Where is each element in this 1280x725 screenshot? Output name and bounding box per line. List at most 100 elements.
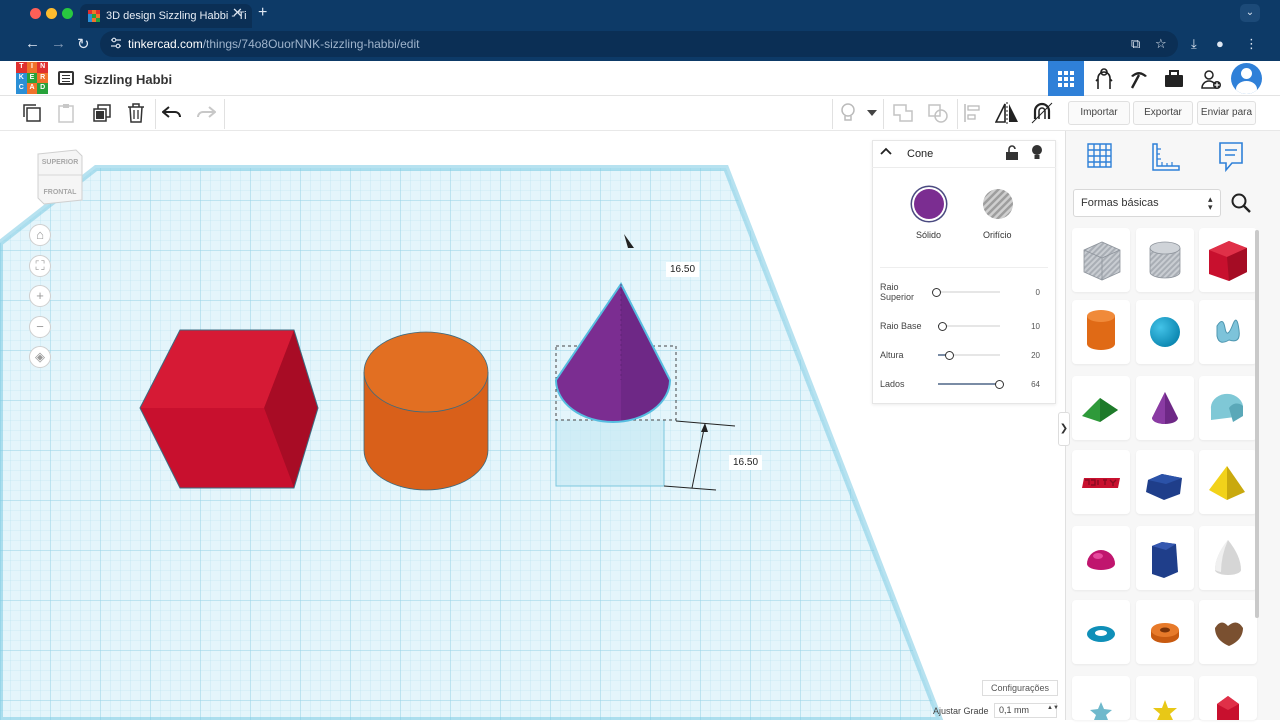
close-window-button[interactable] — [30, 8, 41, 19]
duplicate-button[interactable] — [88, 100, 116, 126]
shape-tile-text[interactable] — [1072, 450, 1130, 514]
download-icon[interactable]: ⤓ — [1191, 36, 1197, 52]
ungroup-button[interactable] — [924, 100, 952, 126]
base-radius-slider-knob[interactable] — [938, 322, 947, 331]
height-value[interactable]: 20 — [1010, 351, 1040, 360]
shape-tile-box[interactable] — [1199, 228, 1257, 292]
fit-icon: ⛶ — [35, 258, 45, 273]
shape-tile-polygon[interactable] — [1136, 450, 1194, 514]
top-radius-value[interactable]: 0 — [1010, 288, 1040, 297]
cube-icon: ◈ — [35, 349, 45, 364]
base-radius-value[interactable]: 10 — [1010, 322, 1040, 331]
copy-button[interactable] — [18, 100, 46, 126]
perspective-button[interactable]: ◈ — [29, 346, 51, 368]
notes-icon[interactable] — [1218, 141, 1244, 173]
shape-tile-gem[interactable] — [1199, 676, 1257, 720]
import-button[interactable]: Importar — [1068, 101, 1130, 125]
shape-tile-hexagonal-prism[interactable] — [1136, 526, 1194, 590]
cone-diameter-label[interactable]: 16.50 — [666, 262, 700, 277]
toolbar-divider — [832, 99, 833, 129]
minecraft-button[interactable] — [1121, 61, 1157, 96]
home-view-button[interactable]: ⌂ — [29, 224, 51, 246]
design-list-icon[interactable] — [58, 71, 74, 85]
orange-cylinder-shape[interactable] — [363, 331, 489, 491]
shape-tile-cylinder[interactable] — [1072, 300, 1130, 364]
redo-button[interactable] — [192, 100, 220, 126]
user-avatar[interactable] — [1231, 63, 1262, 94]
sides-value[interactable]: 64 — [1010, 380, 1040, 389]
reload-icon[interactable]: ↻ — [77, 35, 90, 53]
shape-tile-round-roof[interactable] — [1199, 376, 1257, 440]
shapes-scrollbar[interactable] — [1255, 230, 1259, 618]
zoom-window-button[interactable] — [62, 8, 73, 19]
delete-button[interactable] — [122, 100, 150, 126]
settings-button[interactable]: Configurações — [982, 680, 1058, 696]
hole-swatch[interactable] — [983, 189, 1013, 219]
shape-tile-roof[interactable] — [1072, 376, 1130, 440]
bookmark-star-icon[interactable]: ☆ — [1155, 36, 1167, 52]
shape-tile-sphere[interactable] — [1136, 300, 1194, 364]
shape-category-select[interactable]: Formas básicas — [1073, 189, 1221, 217]
add-collaborator-button[interactable] — [1193, 61, 1229, 96]
notes-dropdown-button[interactable] — [862, 100, 882, 126]
pyramid-shape-icon — [1209, 466, 1245, 500]
new-tab-icon[interactable]: + — [258, 4, 267, 22]
back-icon[interactable]: ← — [25, 35, 40, 52]
minimize-window-button[interactable] — [46, 8, 57, 19]
sides-slider-knob[interactable] — [995, 380, 1004, 389]
lock-icon[interactable] — [1005, 145, 1019, 161]
browser-menu-icon[interactable]: ⋮ — [1245, 36, 1258, 52]
shape-tile-star[interactable] — [1072, 676, 1130, 720]
search-icon[interactable] — [1226, 189, 1256, 217]
mirror-button[interactable] — [993, 100, 1021, 126]
cruise-button[interactable] — [1028, 100, 1056, 126]
group-button[interactable] — [889, 100, 917, 126]
codeblocks-button[interactable] — [1086, 61, 1122, 96]
ruler-icon[interactable] — [1150, 141, 1182, 173]
collapse-panel-button[interactable]: ❯ — [1058, 412, 1070, 446]
tools-button[interactable] — [1156, 61, 1192, 96]
half-sphere-shape-icon — [1087, 550, 1115, 570]
shape-tile-scribble[interactable] — [1199, 300, 1257, 364]
paste-button[interactable] — [52, 100, 80, 126]
shape-tile-box-hole[interactable] — [1072, 228, 1130, 292]
shape-tile-half-sphere[interactable] — [1072, 526, 1130, 590]
close-tab-icon[interactable]: ✕ — [232, 5, 243, 21]
solid-color-swatch[interactable] — [914, 189, 944, 219]
notes-button[interactable] — [834, 100, 862, 126]
zoom-in-button[interactable]: + — [29, 285, 51, 307]
browser-tab[interactable]: 3D design Sizzling Habbi - Ti — [80, 4, 252, 28]
viewcube[interactable]: SUPERIOR FRONTAL — [36, 148, 84, 206]
clipboard-icon — [58, 104, 74, 123]
top-radius-slider-knob[interactable] — [932, 288, 941, 297]
cone-height-label[interactable]: 16.50 — [729, 455, 763, 470]
shape-tile-cylinder-hole[interactable] — [1136, 228, 1194, 292]
export-button[interactable]: Exportar — [1133, 101, 1193, 125]
cast-icon[interactable]: ⧉ — [1131, 36, 1140, 52]
shape-tile-torus[interactable] — [1072, 600, 1130, 664]
forward-icon[interactable]: → — [51, 35, 66, 52]
design-title[interactable]: Sizzling Habbi — [84, 72, 172, 87]
shape-tile-pyramid[interactable] — [1199, 450, 1257, 514]
tinkercad-logo[interactable]: T I N K E R C A D — [16, 62, 48, 94]
workplane-icon[interactable] — [1083, 141, 1113, 171]
shape-tile-paraboloid[interactable] — [1199, 526, 1257, 590]
send-to-button[interactable]: Enviar para — [1197, 101, 1256, 125]
undo-button[interactable] — [158, 100, 186, 126]
3d-design-view-button[interactable] — [1048, 61, 1084, 96]
shape-tile-star-gold[interactable] — [1136, 676, 1194, 720]
top-radius-slider-track[interactable] — [938, 291, 1000, 293]
height-slider-knob[interactable] — [945, 351, 954, 360]
shape-tile-cone[interactable] — [1136, 376, 1194, 440]
shape-tile-tube[interactable] — [1136, 600, 1194, 664]
fit-view-button[interactable]: ⛶ — [29, 255, 51, 277]
profile-icon[interactable]: ● — [1216, 36, 1224, 51]
align-button[interactable] — [959, 100, 987, 126]
collapse-inspector-icon[interactable] — [880, 146, 892, 158]
zoom-out-button[interactable]: − — [29, 316, 51, 338]
site-info-icon[interactable] — [110, 37, 122, 49]
shape-tile-heart[interactable] — [1199, 600, 1257, 664]
tab-search-chevron-icon[interactable]: ⌄ — [1240, 4, 1260, 22]
lightbulb-icon[interactable] — [1031, 144, 1043, 161]
base-radius-slider-track[interactable] — [938, 325, 1000, 327]
